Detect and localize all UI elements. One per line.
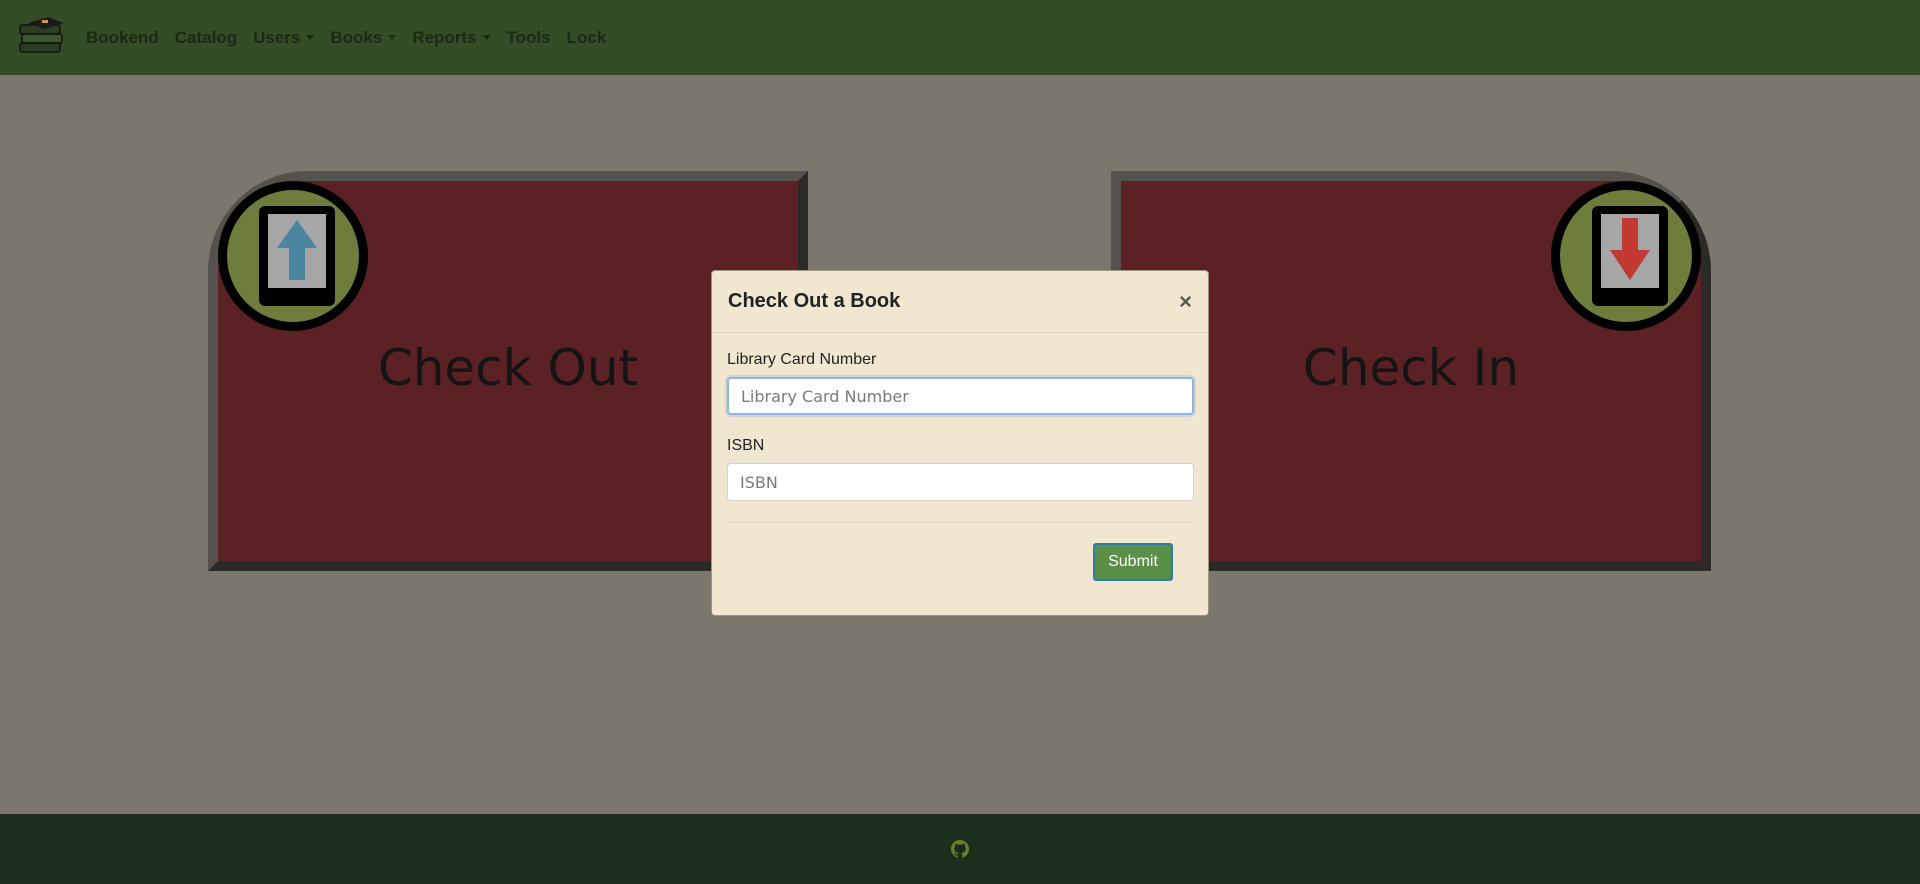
top-navbar: Bookend Catalog Users Books Reports Tool…	[0, 0, 1920, 75]
phone-download-icon	[1551, 181, 1701, 331]
nav-item-books[interactable]: Books	[330, 28, 397, 48]
submit-button[interactable]: Submit	[1093, 543, 1173, 581]
nav-item-users[interactable]: Users	[253, 28, 315, 48]
modal-footer: Submit	[727, 522, 1193, 602]
card-number-input[interactable]	[727, 377, 1194, 415]
checkout-modal: Check Out a Book × Library Card Number I…	[711, 270, 1209, 616]
isbn-label: ISBN	[727, 437, 765, 454]
github-icon[interactable]	[951, 840, 969, 858]
chevron-down-icon	[306, 35, 315, 40]
chevron-down-icon	[482, 35, 491, 40]
card-number-label: Library Card Number	[727, 351, 877, 368]
modal-body: Library Card Number ISBN	[712, 333, 1208, 501]
modal-header: Check Out a Book ×	[712, 271, 1208, 333]
books-logo-icon[interactable]	[18, 16, 66, 59]
nav-item-reports[interactable]: Reports	[412, 28, 491, 48]
isbn-input[interactable]	[727, 463, 1194, 501]
page-footer	[0, 814, 1920, 884]
nav-item-catalog[interactable]: Catalog	[175, 28, 237, 48]
chevron-down-icon	[388, 35, 397, 40]
nav-item-lock[interactable]: Lock	[567, 28, 607, 48]
nav-item-tools[interactable]: Tools	[507, 28, 551, 48]
nav-brand[interactable]: Bookend	[86, 28, 159, 48]
close-icon[interactable]: ×	[1179, 290, 1192, 313]
phone-upload-icon	[218, 181, 368, 331]
modal-title: Check Out a Book	[728, 290, 901, 312]
